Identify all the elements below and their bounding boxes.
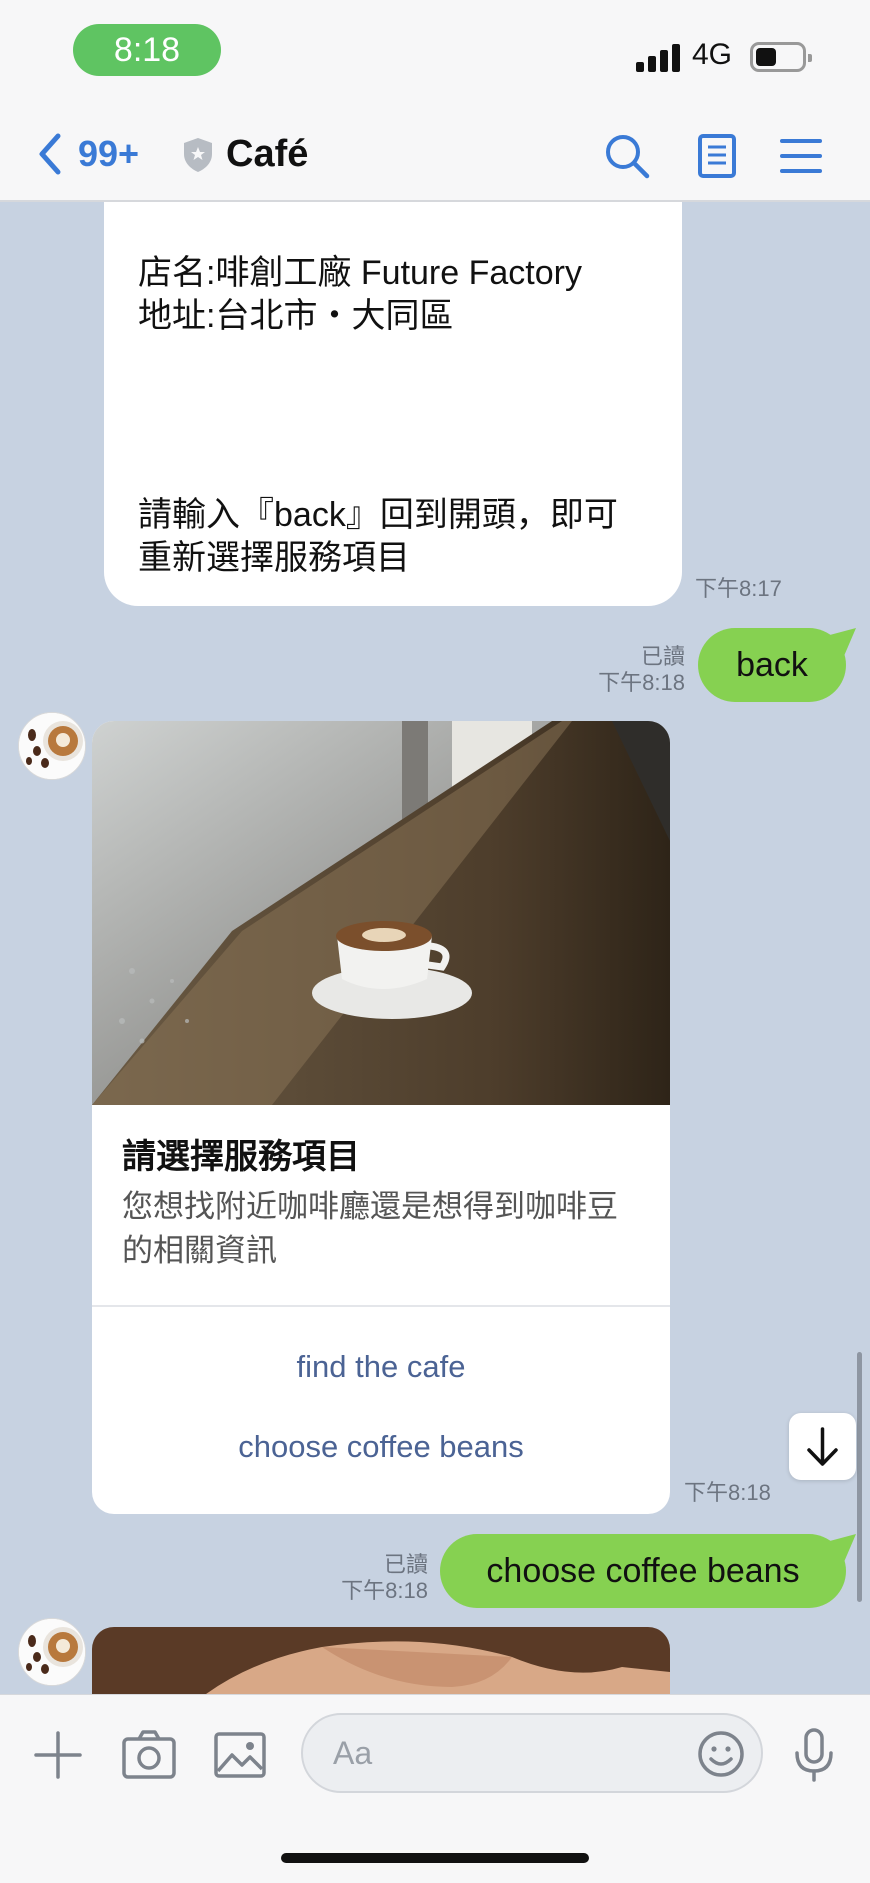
note-icon[interactable] [694, 133, 740, 179]
coffee-avatar-icon [19, 713, 85, 779]
scrollbar[interactable] [857, 1352, 862, 1602]
message-line: 店名:啡創工廠 Future Factory [138, 254, 582, 292]
emoji-icon[interactable] [696, 1729, 746, 1779]
service-card: 請選擇服務項目 您想找附近咖啡廳還是想得到咖啡豆的相關資訊 find the c… [92, 721, 670, 1514]
coffee-avatar-icon [19, 1619, 85, 1685]
status-bar: 8:18 4G [0, 0, 870, 105]
card-description: 您想找附近咖啡廳還是想得到咖啡豆的相關資訊 [122, 1189, 618, 1268]
shield-icon [184, 138, 212, 172]
back-button[interactable]: 99+ [36, 129, 139, 179]
camera-icon[interactable] [121, 1727, 177, 1783]
read-receipt: 已讀 [640, 644, 685, 669]
signal-icon [636, 42, 680, 72]
menu-icon[interactable] [778, 133, 824, 179]
coffee-cup-image [92, 721, 670, 1105]
chevron-left-icon [39, 133, 61, 175]
user-message-bubble: back [698, 628, 856, 702]
divider [92, 1305, 670, 1307]
find-cafe-button[interactable]: find the cafe [92, 1349, 670, 1385]
image-icon[interactable] [212, 1727, 268, 1783]
message-input[interactable] [301, 1713, 763, 1793]
message-timestamp: 下午8:17 [695, 576, 782, 601]
bot-message-bubble: 店名:啡創工廠 Future Factory 地址:台北市・大同區 請輸入『ba… [104, 202, 682, 606]
hand-image [92, 1627, 670, 1694]
scroll-to-bottom-button[interactable] [789, 1413, 856, 1480]
battery-icon [750, 42, 812, 72]
chat-area[interactable]: 店名:啡創工廠 Future Factory 地址:台北市・大同區 請輸入『ba… [0, 202, 870, 1694]
network-type: 4G [692, 38, 733, 71]
microphone-icon[interactable] [786, 1727, 842, 1783]
status-time: 8:18 [73, 24, 221, 76]
home-indicator[interactable] [281, 1853, 589, 1863]
chat-title: Café [226, 133, 309, 175]
user-message-bubble: choose coffee beans [440, 1534, 856, 1608]
search-icon[interactable] [604, 133, 650, 179]
choose-beans-button[interactable]: choose coffee beans [92, 1429, 670, 1465]
card-title: 請選擇服務項目 [122, 1138, 360, 1176]
message-timestamp: 下午8:18 [341, 1578, 428, 1603]
message-line: 地址:台北市・大同區 [138, 297, 454, 335]
next-card-image [92, 1627, 670, 1694]
bubble-tail [826, 628, 856, 656]
message-text-field[interactable] [333, 1729, 673, 1777]
read-receipt: 已讀 [383, 1552, 428, 1577]
avatar[interactable] [18, 1618, 86, 1686]
unread-count: 99+ [78, 133, 140, 174]
message-timestamp: 下午8:18 [684, 1480, 771, 1505]
chat-header: 99+ Café [0, 105, 870, 202]
message-text: back [736, 646, 808, 684]
plus-icon[interactable] [30, 1727, 86, 1783]
message-timestamp: 下午8:18 [598, 670, 685, 695]
message-line: 請輸入『back』回到開頭，即可 [138, 496, 618, 534]
avatar[interactable] [18, 712, 86, 780]
arrow-down-icon [807, 1427, 838, 1466]
message-text: choose coffee beans [486, 1552, 800, 1590]
bubble-tail [826, 1534, 856, 1562]
message-line: 重新選擇服務項目 [138, 539, 410, 577]
